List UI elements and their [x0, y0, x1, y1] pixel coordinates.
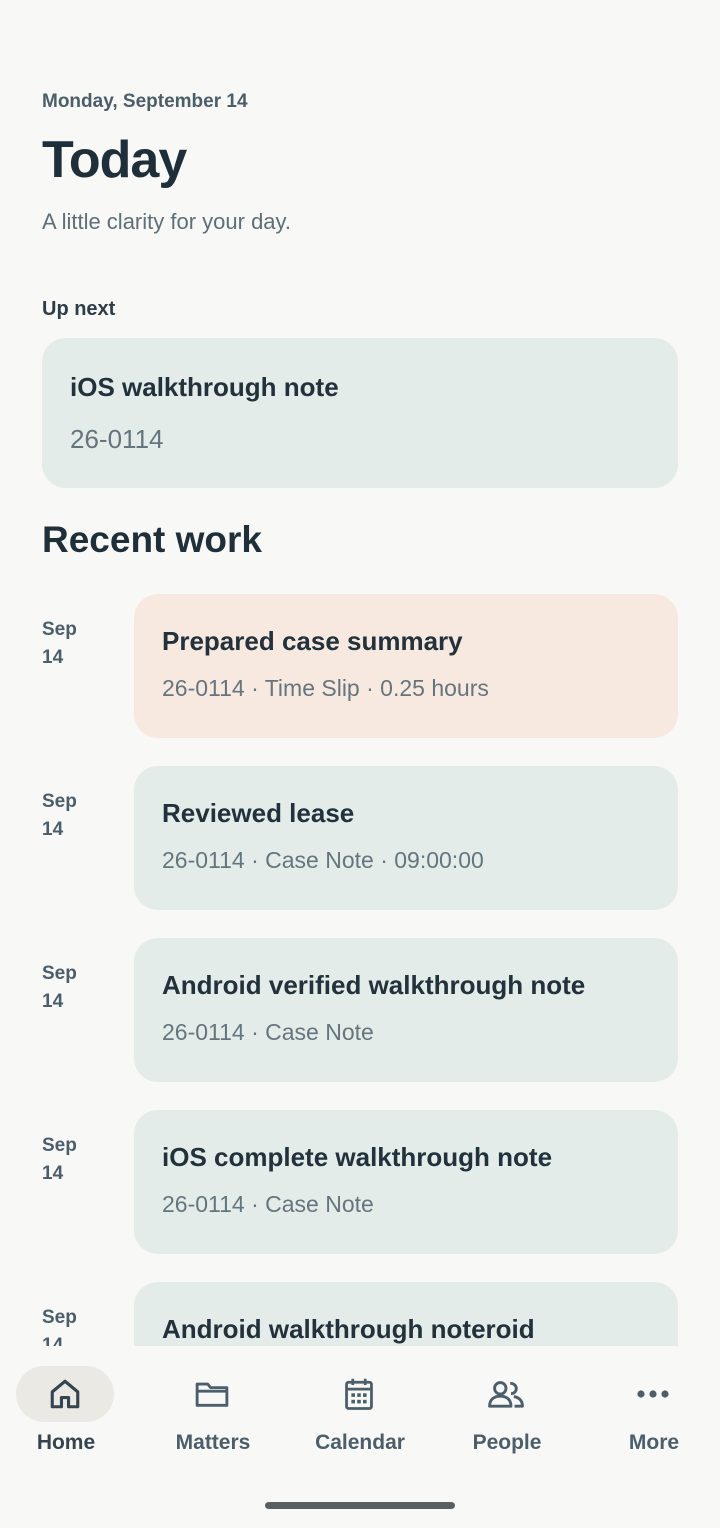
page-title: Today — [42, 131, 187, 189]
recent-work-row: Sep 14 Reviewed lease 26-0114 · Case Not… — [42, 766, 678, 910]
date-day: 14 — [42, 991, 64, 1012]
date-day: 14 — [42, 1335, 64, 1346]
recent-work-date: Sep 14 — [42, 1304, 122, 1346]
recent-work-card[interactable]: Reviewed lease 26-0114 · Case Note · 09:… — [134, 766, 678, 910]
nav-label-calendar: Calendar — [315, 1431, 405, 1454]
more-icon — [636, 1389, 670, 1399]
recent-work-title: Android walkthrough noteroid — [162, 1314, 535, 1344]
nav-item-calendar[interactable]: Calendar — [288, 1366, 432, 1466]
recent-work-date: Sep 14 — [42, 616, 122, 672]
scroll-area[interactable]: Monday, September 14 Today A little clar… — [0, 0, 720, 1346]
recent-work-card[interactable]: Prepared case summary 26-0114 · Time Sli… — [134, 594, 678, 738]
nav-item-matters[interactable]: Matters — [141, 1366, 285, 1466]
nav-pill-people — [457, 1366, 555, 1422]
date-month: Sep — [42, 1307, 77, 1328]
nav-pill-matters — [163, 1366, 261, 1422]
recent-work-date: Sep 14 — [42, 1132, 122, 1188]
recent-work-subtitle: 26-0114 · Time Slip · 0.25 hours — [162, 675, 489, 701]
folder-icon — [193, 1377, 231, 1411]
nav-item-people[interactable]: People — [435, 1366, 579, 1466]
recent-work-date: Sep 14 — [42, 788, 122, 844]
today-screen: Monday, September 14 Today A little clar… — [0, 0, 720, 1528]
recent-work-subtitle: 26-0114 · Case Note — [162, 1019, 374, 1045]
recent-work-card[interactable]: Android verified walkthrough note 26-011… — [134, 938, 678, 1082]
recent-work-row: Sep 14 iOS complete walkthrough note 26-… — [42, 1110, 678, 1254]
recent-work-row: Sep 14 Android verified walkthrough note… — [42, 938, 678, 1082]
people-icon — [486, 1378, 526, 1410]
date-month: Sep — [42, 1135, 77, 1156]
recent-work-subtitle: 26-0114 · Case Note — [162, 1191, 374, 1217]
recent-work-date: Sep 14 — [42, 960, 122, 1016]
recent-work-subtitle: 26-0114 · Case Note · 09:00:00 — [162, 847, 484, 873]
nav-label-matters: Matters — [175, 1431, 251, 1454]
up-next-card[interactable]: iOS walkthrough note 26-0114 — [42, 338, 678, 488]
bottom-nav: Home Matters Calendar People More — [0, 1346, 720, 1528]
recent-work-row: Sep 14 Prepared case summary 26-0114 · T… — [42, 594, 678, 738]
recent-work-title: Android verified walkthrough note — [162, 970, 586, 1000]
date-month: Sep — [42, 791, 77, 812]
gesture-bar[interactable] — [265, 1502, 455, 1509]
up-next-subtitle: 26-0114 — [70, 424, 164, 454]
date-month: Sep — [42, 963, 77, 984]
nav-label-more: More — [628, 1431, 680, 1454]
page-subtitle: A little clarity for your day. — [42, 209, 292, 234]
recent-work-row: Sep 14 Android walkthrough noteroid — [42, 1282, 678, 1346]
recent-work-card[interactable]: Android walkthrough noteroid — [134, 1282, 678, 1346]
nav-pill-more — [604, 1366, 702, 1422]
calendar-icon — [342, 1376, 376, 1412]
nav-pill-home — [16, 1366, 114, 1422]
recent-work-title: iOS complete walkthrough note — [162, 1142, 553, 1172]
recent-work-card[interactable]: iOS complete walkthrough note 26-0114 · … — [134, 1110, 678, 1254]
nav-label-home: Home — [36, 1431, 96, 1454]
up-next-title: iOS walkthrough note — [70, 372, 339, 402]
recent-work-title: Prepared case summary — [162, 626, 463, 656]
date-day: 14 — [42, 647, 64, 668]
recent-work-title: Reviewed lease — [162, 798, 355, 828]
up-next-label: Up next — [42, 298, 116, 320]
nav-pill-calendar — [310, 1366, 408, 1422]
nav-item-more[interactable]: More — [582, 1366, 720, 1466]
date-line: Monday, September 14 — [42, 91, 248, 112]
home-icon — [48, 1377, 82, 1411]
recent-work-heading: Recent work — [42, 519, 263, 560]
date-month: Sep — [42, 619, 77, 640]
date-day: 14 — [42, 819, 64, 840]
nav-label-people: People — [472, 1431, 542, 1454]
nav-item-home[interactable]: Home — [0, 1366, 138, 1466]
date-day: 14 — [42, 1163, 64, 1184]
header: Monday, September 14 Today A little clar… — [42, 88, 678, 238]
